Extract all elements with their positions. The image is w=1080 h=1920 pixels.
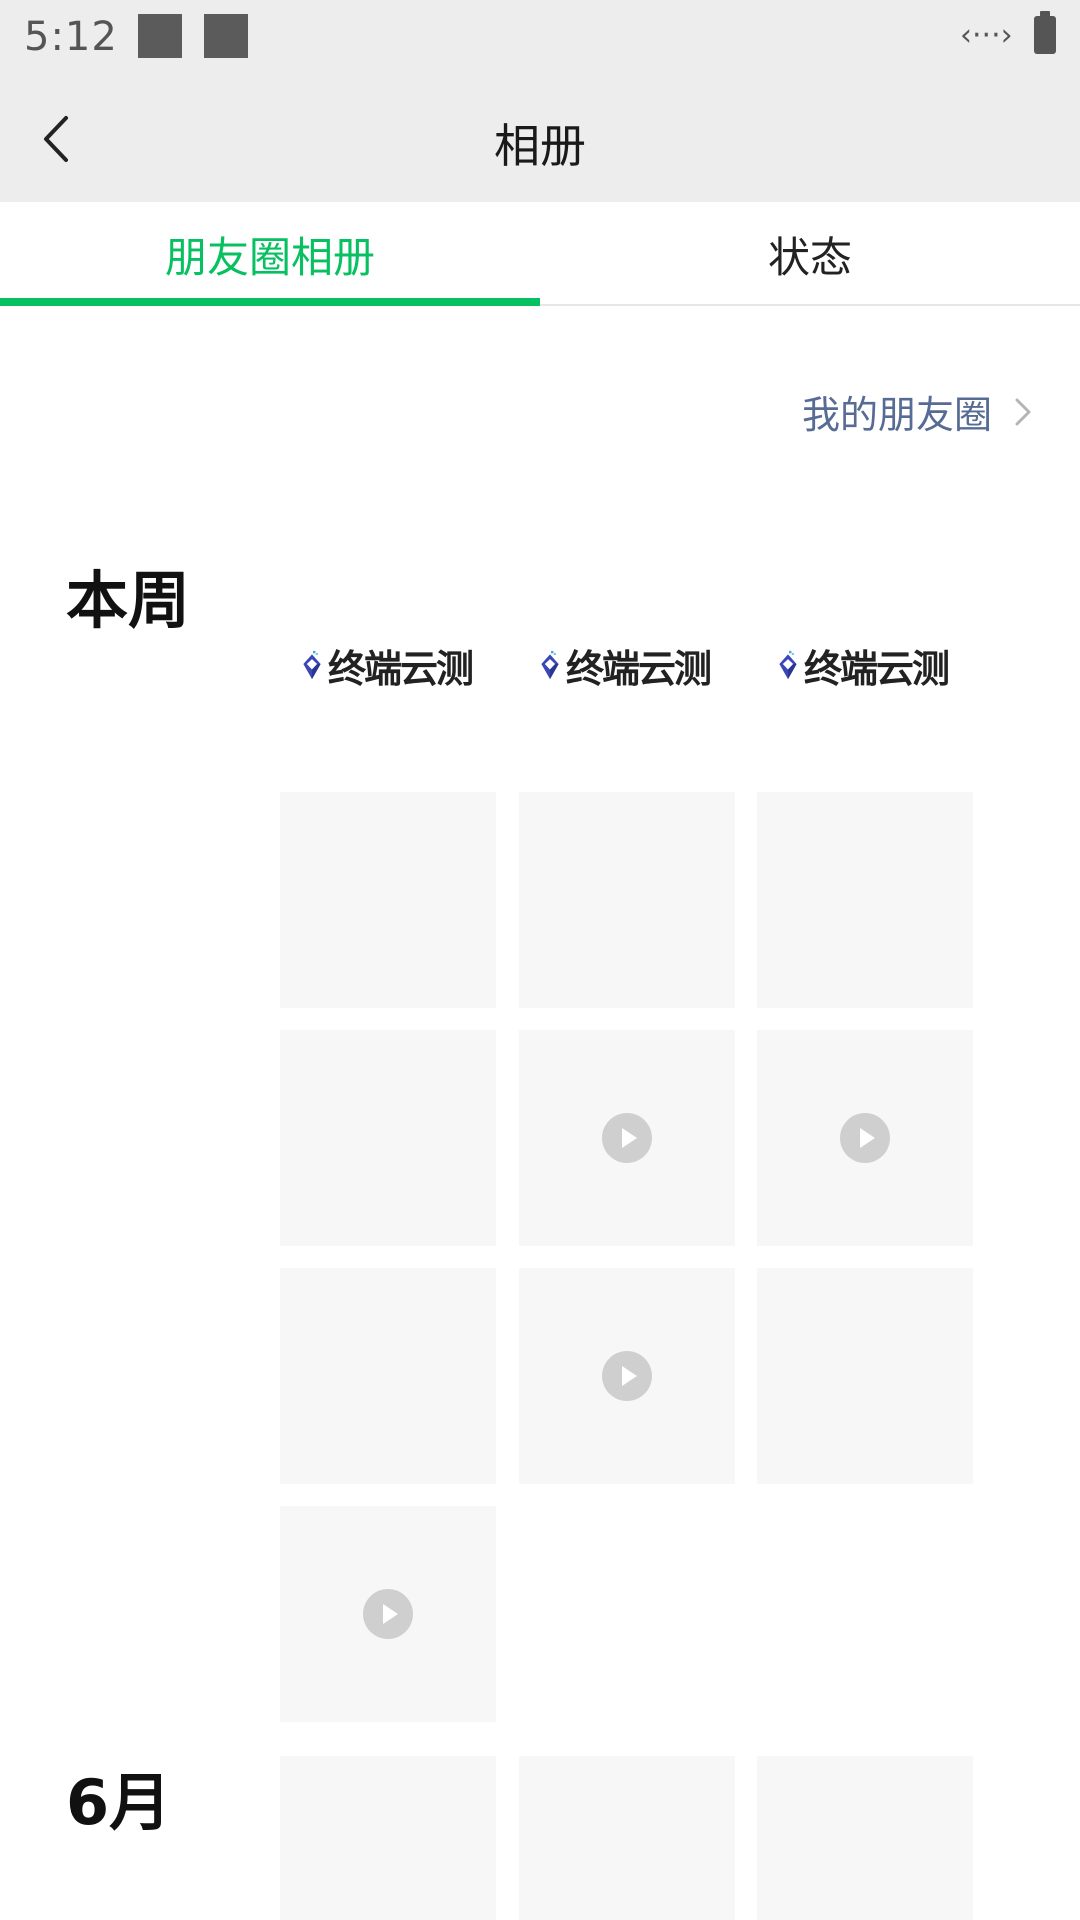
- photo-tile[interactable]: [280, 1030, 496, 1246]
- play-icon: [602, 1351, 652, 1401]
- active-tab-indicator: [0, 298, 540, 306]
- logo-text: 终端云测: [803, 646, 950, 691]
- data-transfer-icon: ‹···›: [960, 18, 1013, 53]
- logo-icon: [779, 650, 797, 680]
- chevron-right-icon: [1015, 398, 1031, 425]
- logo-icon: [303, 650, 321, 680]
- play-icon: [840, 1113, 890, 1163]
- photo-tile[interactable]: [280, 1756, 496, 1920]
- page-title: 相册: [494, 119, 586, 173]
- photo-tile[interactable]: [757, 792, 973, 1008]
- photo-tile[interactable]: [519, 792, 735, 1008]
- tab-bar: 朋友圈相册 状态: [0, 202, 1080, 306]
- logo-text: 终端云测: [565, 646, 712, 691]
- photo-tile[interactable]: [757, 1756, 973, 1920]
- photo-tile[interactable]: [280, 1268, 496, 1484]
- section-label-this-week: 本周: [66, 564, 191, 637]
- photo-tile[interactable]: [519, 1756, 735, 1920]
- status-time: 5:12: [24, 14, 118, 60]
- logo-text: 终端云测: [327, 646, 474, 691]
- status-bar: 5:12 ‹···›: [0, 0, 1080, 76]
- tab-moments-album[interactable]: 朋友圈相册: [0, 202, 540, 306]
- photo-tile[interactable]: [757, 1268, 973, 1484]
- my-moments-link[interactable]: 我的朋友圈: [802, 384, 1032, 439]
- video-tile[interactable]: [280, 1506, 496, 1722]
- battery-icon: [1034, 11, 1056, 54]
- section-label-june: 6月: [66, 1766, 172, 1839]
- moment-logo-item[interactable]: 终端云测: [778, 620, 950, 710]
- play-icon: [602, 1113, 652, 1163]
- video-tile[interactable]: [519, 1268, 735, 1484]
- video-tile[interactable]: [757, 1030, 973, 1246]
- moment-logo-item[interactable]: 终端云测: [540, 620, 712, 710]
- notification-icon: [204, 14, 248, 58]
- notification-icon: [138, 14, 182, 58]
- title-bar: 相册: [0, 76, 1080, 202]
- photo-tile[interactable]: [280, 792, 496, 1008]
- my-moments-label: 我的朋友圈: [801, 393, 992, 437]
- logo-icon: [541, 650, 559, 680]
- moment-logo-item[interactable]: 终端云测: [302, 620, 474, 710]
- video-tile[interactable]: [519, 1030, 735, 1246]
- play-icon: [363, 1589, 413, 1639]
- tab-status[interactable]: 状态: [540, 202, 1080, 306]
